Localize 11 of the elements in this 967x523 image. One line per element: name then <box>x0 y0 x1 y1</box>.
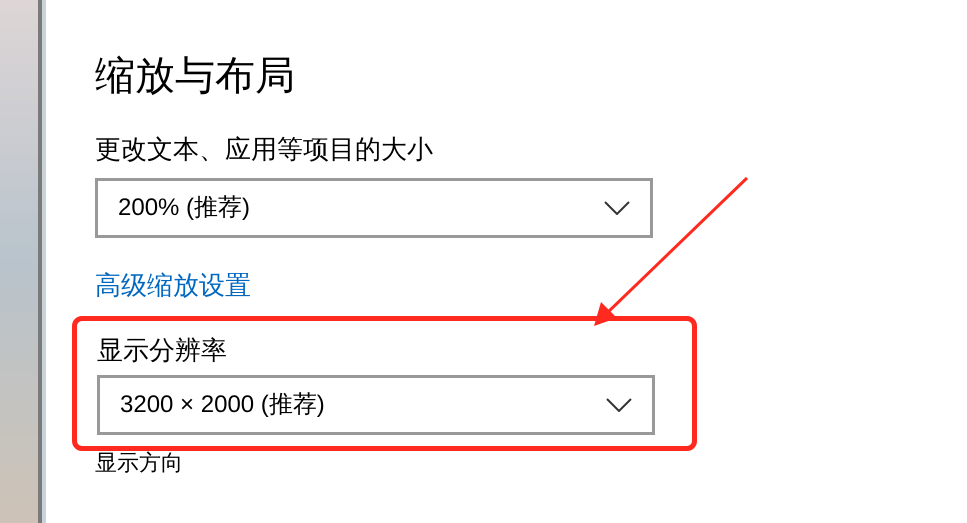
setting-label: 更改文本、应用等项目的大小 <box>95 133 434 166</box>
setting-label: 显示分辨率 <box>97 334 228 367</box>
setting-label: 显示方向 <box>95 451 183 475</box>
dropdown[interactable]: 200% (推荐) <box>95 178 653 238</box>
dropdown-value: 200% (推荐) <box>118 193 250 223</box>
chevron-down-icon <box>604 201 630 215</box>
section-title: 缩放与布局 <box>95 53 296 100</box>
chevron-down-icon <box>606 398 632 412</box>
advanced-scaling-link[interactable]: 高级缩放设置 <box>95 268 251 302</box>
dropdown-value: 3200 × 2000 (推荐) <box>120 390 325 420</box>
dropdown[interactable]: 3200 × 2000 (推荐) <box>97 375 655 435</box>
